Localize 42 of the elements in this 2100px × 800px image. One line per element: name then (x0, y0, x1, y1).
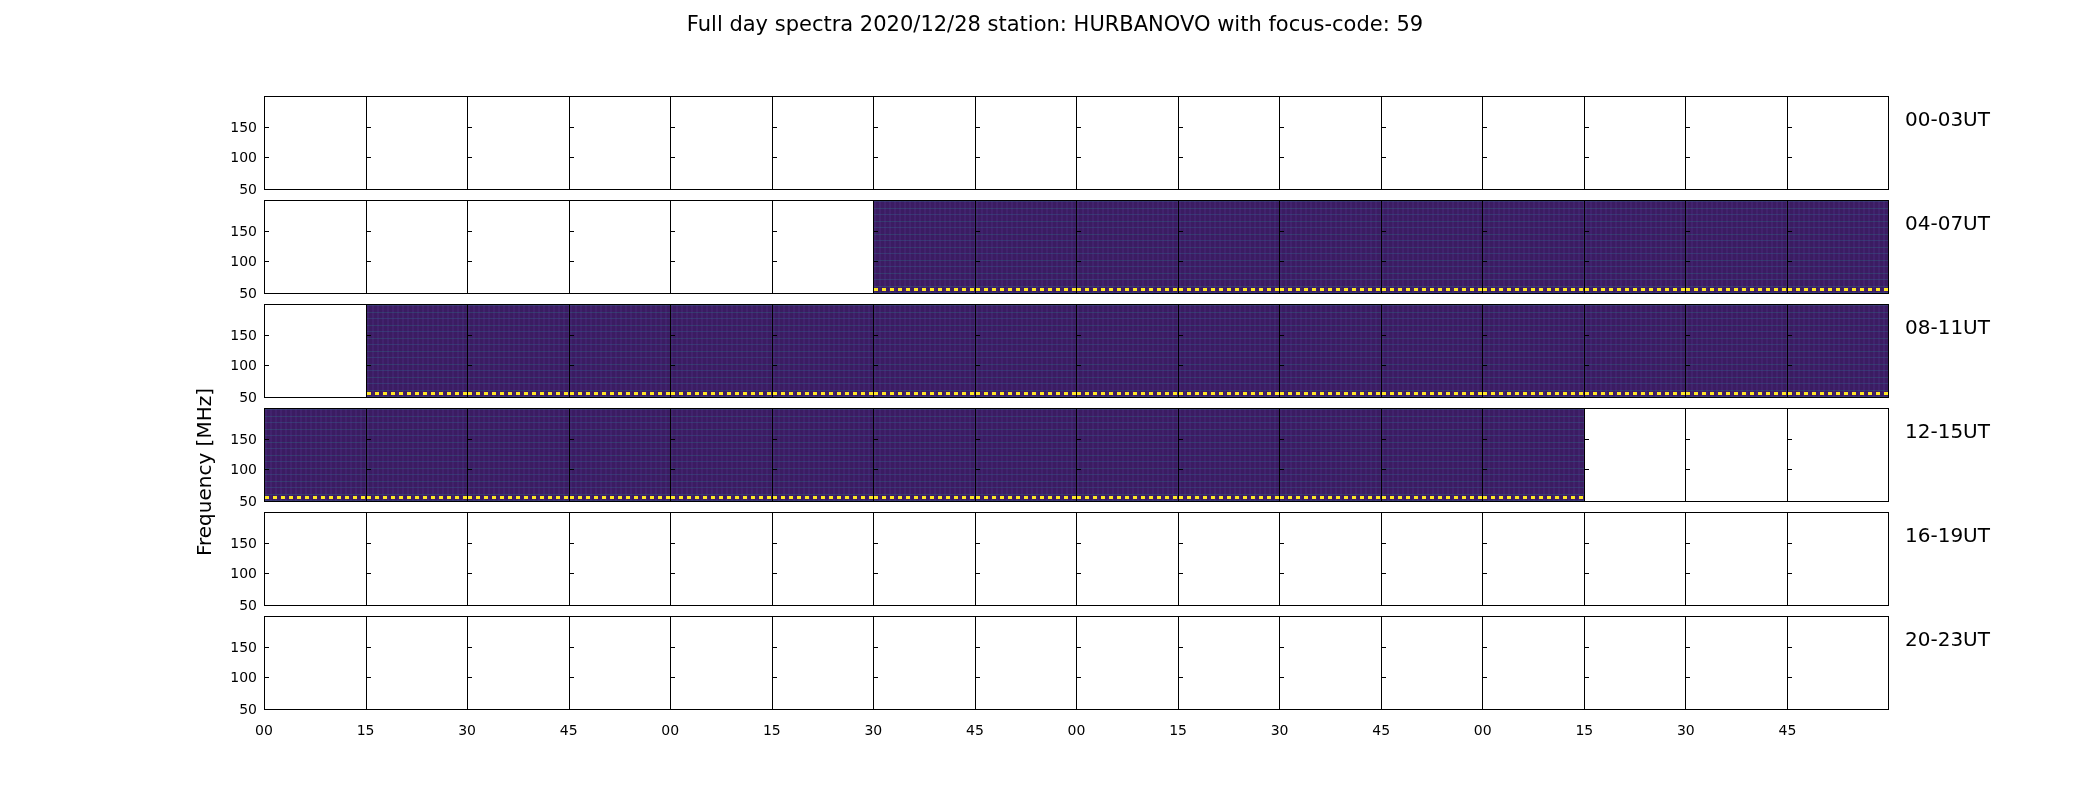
row-label: 00-03UT (1905, 106, 1990, 133)
tick-label: 100 (230, 254, 257, 268)
tick-label: 00 (1067, 722, 1086, 738)
tick-label: 100 (230, 462, 257, 476)
tick-label: 150 (230, 432, 257, 446)
tick-label: 50 (239, 286, 257, 300)
chart-title: Full day spectra 2020/12/28 station: HURBANOVO with focus-code: 59 (686, 12, 1424, 36)
tick-label: 100 (230, 150, 257, 164)
tick-label: 00 (255, 722, 273, 738)
tick-label: 45 (1778, 722, 1797, 738)
tick-label: 100 (230, 358, 257, 372)
row-label: 04-07UT (1905, 210, 1990, 237)
tick-label: 150 (230, 224, 257, 238)
tick-label: 150 (230, 328, 257, 342)
tick-label: 30 (1676, 722, 1695, 738)
tick-label: 100 (230, 566, 257, 580)
tick-label: 150 (230, 640, 257, 654)
row-label: 12-15UT (1905, 418, 1990, 445)
row-label: 20-23UT (1905, 626, 1990, 653)
tick-label: 00 (1473, 722, 1492, 738)
tick-label: 45 (966, 722, 984, 738)
tick-label: 50 (239, 702, 257, 716)
tick-label: 50 (239, 598, 257, 612)
tick-label: 50 (239, 182, 257, 196)
tick-label: 00 (661, 722, 680, 738)
tick-label: 15 (1575, 722, 1594, 738)
tick-label: 150 (230, 120, 257, 134)
tick-label: 45 (1372, 722, 1391, 738)
row-label: 08-11UT (1905, 314, 1990, 341)
tick-label: 100 (230, 670, 257, 684)
row-label: 16-19UT (1905, 522, 1990, 549)
tick-label: 50 (239, 494, 257, 508)
tick-label: 50 (239, 390, 257, 404)
tick-label: 30 (864, 722, 883, 738)
axis-label: Frequency [MHz] (192, 388, 216, 557)
tick-label: 30 (458, 722, 477, 738)
tick-label: 30 (1270, 722, 1289, 738)
tick-label: 15 (762, 722, 781, 738)
tick-label: 150 (230, 536, 257, 550)
tick-label: 15 (1169, 722, 1187, 738)
tick-label: 45 (559, 722, 578, 738)
tick-label: 15 (356, 722, 375, 738)
